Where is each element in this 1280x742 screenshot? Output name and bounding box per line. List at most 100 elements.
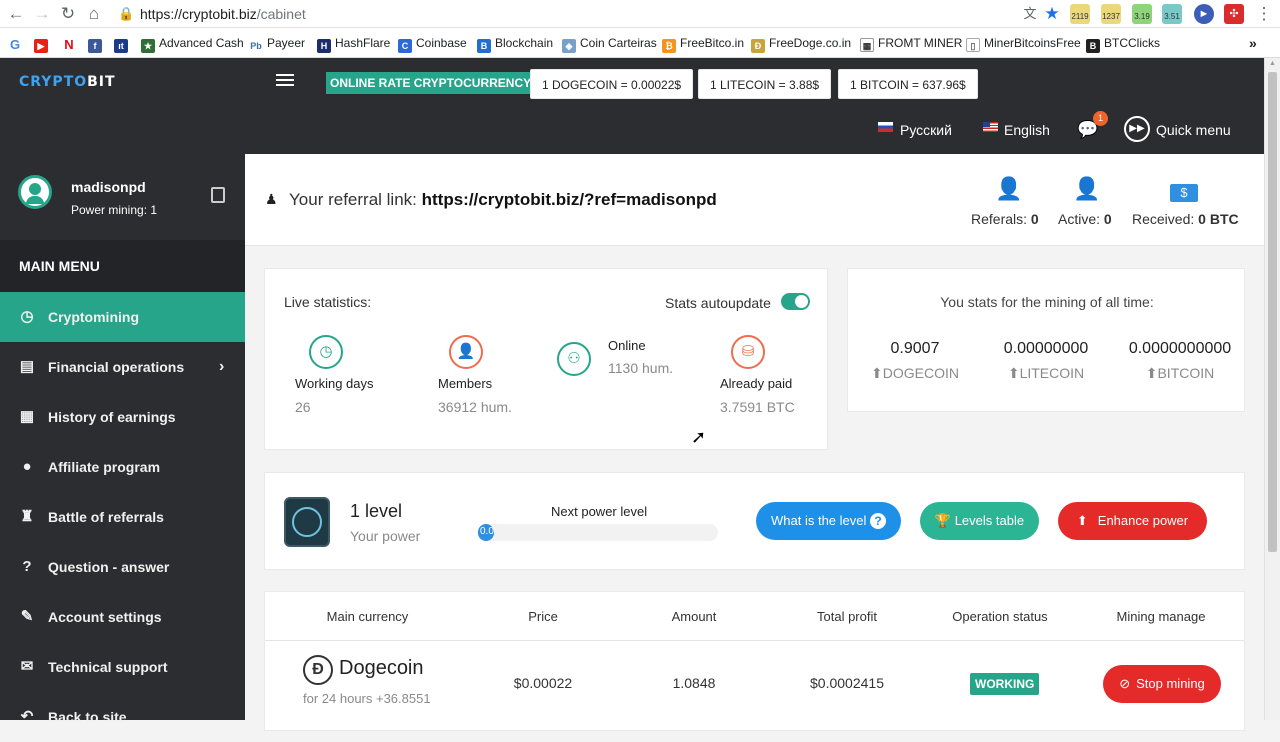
browser-menu-icon[interactable]: ⋮	[1254, 4, 1274, 24]
referals-stat: Referals: 0	[971, 211, 1039, 227]
forward-arrow-icon[interactable]: →	[32, 4, 52, 24]
sidebar-item-history-of-earnings[interactable]: ▦ History of earnings	[0, 392, 245, 442]
user-plus-icon: 👤	[1073, 176, 1101, 201]
bookmark-minerbitcoinsfree[interactable]: ▯ MinerBitcoinsFree	[966, 35, 1081, 52]
scrollbar-thumb[interactable]	[1268, 72, 1277, 552]
what-is-the-level-button[interactable]: What is the level ?	[756, 502, 901, 540]
quick-menu-icon[interactable]: ▶▶	[1124, 116, 1150, 142]
sidebar-item-financial-operations[interactable]: ▤ Financial operations ›	[0, 342, 245, 392]
question-icon: ?	[22, 558, 32, 575]
us-flag-icon	[983, 122, 998, 132]
stop-icon: ⊘	[1119, 676, 1131, 691]
rate-dogecoin: 1 DOGECOIN = 0.00022$	[530, 69, 694, 99]
youtube-bookmark-icon[interactable]: ▶	[34, 35, 52, 53]
bookmark-coin-carteiras[interactable]: ◈ Coin Carteiras	[562, 35, 657, 53]
th-mining-manage: Mining manage	[1116, 609, 1206, 624]
row-currency: Dogecoin	[339, 657, 424, 679]
hamburger-menu-icon[interactable]	[276, 72, 294, 88]
enhance-power-button[interactable]: ⬆ Enhance power	[1058, 502, 1207, 540]
wrench-icon: ✎	[20, 608, 34, 625]
sidebar-item-account-settings[interactable]: ✎ Account settings	[0, 592, 245, 642]
referral-link[interactable]: https://cryptobit.biz/?ref=madisonpd	[422, 190, 717, 209]
bookmark-payeer[interactable]: Pb Payeer	[249, 35, 305, 53]
bookmark-coinbase[interactable]: C Coinbase	[398, 35, 467, 53]
alltime-stats-card: You stats for the mining of all time: 0.…	[847, 268, 1245, 412]
referral-user-icon: ♟	[265, 191, 278, 207]
working-days-value: 26	[295, 399, 311, 415]
bookmark-btcclicks[interactable]: B BTCClicks	[1086, 35, 1160, 53]
facebook-bookmark-icon[interactable]: f	[88, 35, 106, 53]
page-scrollbar[interactable]: ▲	[1264, 58, 1280, 720]
avatar[interactable]	[18, 175, 52, 209]
sidebar-item-affiliate-program[interactable]: ● Affiliate program	[0, 442, 245, 492]
already-paid-label: Already paid	[720, 376, 793, 391]
row-currency-sub: for 24 hours +36.8551	[303, 691, 431, 706]
url-path: /cabinet	[256, 6, 306, 22]
back-arrow-icon[interactable]: ←	[6, 4, 26, 24]
lang-russian[interactable]: Русский	[900, 122, 952, 138]
extension-icon[interactable]: 1237	[1101, 4, 1121, 24]
translate-icon[interactable]: 文	[1020, 4, 1040, 24]
extension-icon[interactable]: 3.51	[1162, 4, 1182, 24]
members-label: Members	[438, 376, 493, 391]
sidebar-item-technical-support[interactable]: ✉ Technical support	[0, 642, 245, 692]
members-icon: 👤	[449, 335, 483, 369]
logo[interactable]: CRYPTOBIT	[19, 74, 116, 90]
sidebar-item-battle-of-referrals[interactable]: ♜ Battle of referrals	[0, 492, 245, 542]
bookmark-freebitcoin[interactable]: ₿ FreeBitco.in	[662, 35, 744, 53]
bookmarks-overflow-icon[interactable]: »	[1249, 35, 1257, 51]
power-progress-text: 0.0	[480, 526, 494, 537]
levels-table-button[interactable]: 🏆 Levels table	[920, 502, 1039, 540]
netflix-bookmark-icon[interactable]: N	[62, 35, 80, 52]
chess-icon: ♜	[20, 508, 34, 525]
username: madisonpd	[71, 179, 146, 195]
alltime-title: You stats for the mining of all time:	[940, 294, 1154, 310]
media-extension-icon[interactable]: ►	[1194, 4, 1214, 24]
stats-autoupdate-toggle[interactable]	[781, 293, 810, 310]
extension-icon[interactable]: 2119	[1070, 4, 1090, 24]
referral-bar: ♟ Your referral link: https://cryptobit.…	[245, 154, 1264, 246]
extension-icon[interactable]: 3.19	[1132, 4, 1152, 24]
paid-coins-icon: ⛁	[731, 335, 765, 369]
question-circle-icon: ?	[870, 513, 886, 529]
dogecoin-icon: Đ	[303, 655, 333, 685]
mining-table: Main currency Price Amount Total profit …	[264, 591, 1245, 731]
lang-english[interactable]: English	[1004, 122, 1050, 138]
google-bookmark-icon[interactable]: G	[8, 35, 26, 52]
site-header: CRYPTOBIT ONLINE RATE CRYPTOCURRENCY 1 D…	[0, 58, 1264, 154]
stats-autoupdate-label: Stats autoupdate	[665, 295, 771, 311]
wallet-icon: ▤	[19, 358, 35, 375]
sidebar-item-cryptomining[interactable]: ◷ Cryptomining	[0, 292, 245, 342]
bank-bookmark-icon[interactable]: ıt	[114, 35, 132, 53]
profile-card-icon[interactable]	[211, 187, 225, 203]
alltime-btc-label: ⬆BITCOIN	[1145, 365, 1215, 381]
home-icon[interactable]: ⌂	[84, 4, 104, 24]
bookmark-blockchain[interactable]: B Blockchain	[477, 35, 553, 53]
extension-icon[interactable]: ✣	[1224, 4, 1244, 24]
bookmark-advanced-cash[interactable]: ★ Advanced Cash	[141, 35, 244, 53]
mouse-cursor-icon: ➚	[691, 427, 707, 447]
bookmark-freedoge[interactable]: Đ FreeDoge.co.in	[751, 35, 851, 53]
sidebar-item-back-to-site[interactable]: ↶ Back to site	[0, 692, 245, 742]
rate-litecoin: 1 LITECOIN = 3.88$	[698, 69, 832, 99]
online-rate-label: ONLINE RATE CRYPTOCURRENCY	[326, 72, 536, 94]
back-icon: ↶	[20, 708, 34, 725]
bookmark-fromt-miner[interactable]: ▦ FROMT MINER	[860, 35, 962, 52]
sidebar: madisonpd Power mining: 1 MAIN MENU ◷ Cry…	[0, 154, 245, 725]
th-price: Price	[528, 609, 558, 624]
rate-bitcoin: 1 BITCOIN = 637.96$	[838, 69, 978, 99]
referral-label: Your referral link: https://cryptobit.bi…	[289, 190, 717, 209]
level-text: 1 level	[350, 501, 403, 521]
power-mining: Power mining: 1	[71, 203, 158, 217]
sidebar-item-question-answer[interactable]: ? Question - answer	[0, 542, 245, 592]
bookmark-hashflare[interactable]: H HashFlare	[317, 35, 390, 53]
live-statistics-title: Live statistics:	[284, 294, 372, 310]
browser-toolbar: ← → ↻ ⌂ 🔒 https://cryptobit.biz/cabinet …	[0, 0, 1280, 28]
reload-icon[interactable]: ↻	[58, 4, 78, 24]
stop-mining-button[interactable]: ⊘ Stop mining	[1103, 665, 1221, 703]
power-progress-bar: 0.0	[478, 524, 718, 541]
star-icon[interactable]: ★	[1042, 4, 1062, 24]
user-check-icon: 👤	[995, 176, 1023, 201]
upload-icon: ⬆	[1076, 513, 1088, 528]
quick-menu-button[interactable]: Quick menu	[1156, 122, 1231, 138]
